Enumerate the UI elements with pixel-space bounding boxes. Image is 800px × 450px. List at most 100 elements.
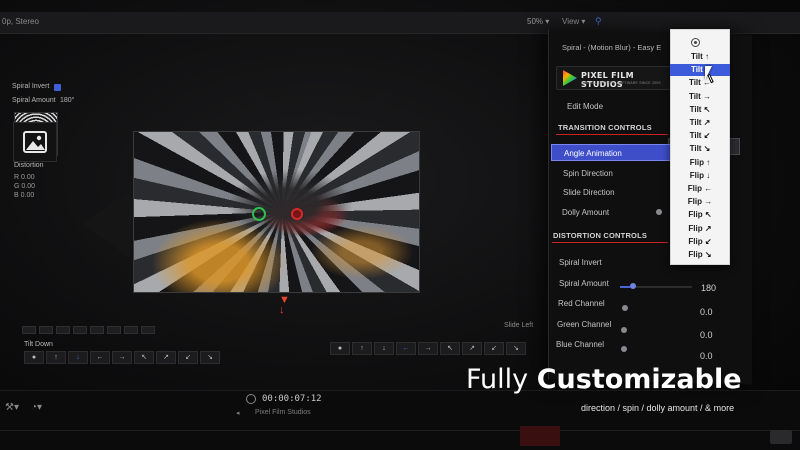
direction-button[interactable]: ↘ xyxy=(200,351,220,364)
blue-channel-slider[interactable] xyxy=(621,346,627,352)
direction-menu-item[interactable]: Tilt ↙ xyxy=(670,130,730,142)
red-channel-value[interactable]: 0.0 xyxy=(700,307,713,317)
preset-chip[interactable] xyxy=(39,326,53,334)
direction-menu-item[interactable]: Flip ↙ xyxy=(670,236,730,248)
direction-menu-item[interactable]: Tilt ← xyxy=(670,77,730,89)
angle-animation-label: Angle Animation xyxy=(564,149,622,158)
direction-button[interactable]: ↙ xyxy=(178,351,198,364)
direction-button[interactable]: ↑ xyxy=(46,351,66,364)
direction-menu-item[interactable]: Flip ↑ xyxy=(670,157,730,169)
preset-chip[interactable] xyxy=(22,326,36,334)
spiral-invert-checkbox[interactable] xyxy=(54,84,61,91)
preset-chip[interactable] xyxy=(73,326,87,334)
direction-button[interactable]: ↗ xyxy=(462,342,482,355)
direction-button[interactable]: → xyxy=(418,342,438,355)
direction-buttons-left: ● ↑ ↓ ← → ↖ ↗ ↙ ↘ xyxy=(24,351,220,365)
direction-button[interactable]: ● xyxy=(330,342,350,355)
transition-controls-heading: TRANSITION CONTROLS xyxy=(558,123,652,132)
red-channel-slider[interactable] xyxy=(622,305,628,311)
timeline-ruler xyxy=(0,430,800,431)
caption-title-bold: Customizable xyxy=(536,364,742,395)
spiral-invert-label: Spiral Invert xyxy=(559,258,602,267)
preset-chip[interactable] xyxy=(90,326,104,334)
center-handle-green[interactable] xyxy=(252,207,266,221)
g-value[interactable]: G 0.00 xyxy=(14,183,35,190)
timeline-project-label: Pixel Film Studios xyxy=(255,409,311,416)
tools-icon[interactable]: ⚒▾ xyxy=(5,402,19,413)
direction-menu-item[interactable]: Flip ↗ xyxy=(670,223,730,235)
speed-icon[interactable]: ◔▾ xyxy=(31,402,42,413)
video-preview[interactable] xyxy=(133,131,420,293)
direction-menu-item[interactable]: Flip ↘ xyxy=(670,249,730,261)
timeline-area xyxy=(0,390,800,450)
caption-title: Fully Customizable xyxy=(466,364,742,395)
direction-button[interactable]: ← xyxy=(396,342,416,355)
direction-button[interactable]: ↙ xyxy=(484,342,504,355)
direction-menu-item[interactable]: Flip → xyxy=(670,196,730,208)
direction-menu-item[interactable]: Tilt ↖ xyxy=(670,104,730,116)
r-value[interactable]: R 0.00 xyxy=(14,174,35,181)
section-divider xyxy=(556,134,668,135)
slide-left-label: Slide Left xyxy=(504,322,534,329)
blue-channel-label: Blue Channel xyxy=(556,340,605,349)
direction-menu-item[interactable]: Flip ↖ xyxy=(670,209,730,221)
clock-icon xyxy=(246,394,256,404)
direction-button[interactable]: ↖ xyxy=(134,351,154,364)
spiral-invert-label: Spiral Invert xyxy=(12,83,50,90)
direction-button[interactable]: ← xyxy=(90,351,110,364)
toggle-icon[interactable]: ⚲ xyxy=(595,16,602,27)
preset-chip[interactable] xyxy=(124,326,138,334)
timecode-display[interactable]: 00:00:07:12 xyxy=(262,394,322,404)
caption-title-light: Fully xyxy=(466,364,537,395)
tilt-down-label: Tilt Down xyxy=(24,341,53,348)
dolly-amount-label: Dolly Amount xyxy=(562,208,610,217)
distortion-controls-heading: DISTORTION CONTROLS xyxy=(553,231,648,240)
direction-button[interactable]: ↓ xyxy=(374,342,394,355)
editor-screen: 0p, Stereo 50% ▾ View ▾ ⚲ Spiral Invert … xyxy=(0,0,800,450)
direction-menu-item[interactable]: Tilt ↗ xyxy=(670,117,730,129)
direction-button[interactable]: ↘ xyxy=(506,342,526,355)
timeline-clip[interactable] xyxy=(520,426,560,446)
view-dropdown[interactable]: View ▾ xyxy=(562,17,585,26)
green-channel-slider[interactable] xyxy=(621,327,627,333)
b-value[interactable]: B 0.00 xyxy=(14,192,34,199)
pixel-film-studios-logo: PIXEL FILM STUDIOS SPECIAL EFFECTS SOFTW… xyxy=(556,66,676,90)
direction-button[interactable]: ● xyxy=(24,351,44,364)
spiral-amount-value[interactable]: 180 xyxy=(701,283,716,293)
dolly-amount-slider[interactable] xyxy=(656,209,662,215)
direction-buttons-right: ● ↑ ↓ ← → ↖ ↗ ↙ ↘ xyxy=(330,342,526,356)
red-channel-label: Red Channel xyxy=(558,299,605,308)
timeline-prev-icon[interactable]: ◂ xyxy=(236,409,240,417)
direction-menu-item[interactable]: Tilt ↑ xyxy=(670,51,730,63)
zoom-dropdown[interactable]: 50% ▾ xyxy=(527,17,549,26)
logo-subtitle: SPECIAL EFFECTS SOFTWARE SINCE 2009 xyxy=(581,81,661,85)
image-well-button[interactable] xyxy=(13,122,57,162)
caption-subtitle: direction / spin / dolly amount / & more xyxy=(581,403,735,413)
image-icon xyxy=(23,131,47,153)
blue-channel-value[interactable]: 0.0 xyxy=(700,351,713,361)
logo-mark-icon xyxy=(563,70,577,86)
anchor-down-icon[interactable]: ▼ ↓ xyxy=(279,295,290,316)
radio-icon[interactable] xyxy=(691,38,700,47)
green-channel-label: Green Channel xyxy=(557,320,612,329)
preset-chip[interactable] xyxy=(56,326,70,334)
direction-button[interactable]: ↖ xyxy=(440,342,460,355)
direction-menu-item[interactable]: Tilt ↘ xyxy=(670,143,730,155)
section-divider xyxy=(552,242,668,243)
edit-mode-label[interactable]: Edit Mode xyxy=(567,102,603,111)
direction-button[interactable]: ↑ xyxy=(352,342,372,355)
spiral-amount-value[interactable]: 180° xyxy=(60,97,74,104)
spiral-amount-knob[interactable] xyxy=(630,283,636,289)
direction-menu-item[interactable]: Tilt → xyxy=(670,91,730,103)
logo-title: PIXEL FILM STUDIOS xyxy=(581,71,634,89)
center-handle-red[interactable] xyxy=(291,208,303,220)
direction-button[interactable]: ↗ xyxy=(156,351,176,364)
preset-chip[interactable] xyxy=(107,326,121,334)
direction-button[interactable]: → xyxy=(112,351,132,364)
direction-menu-item[interactable]: Flip ↓ xyxy=(670,170,730,182)
preset-chip[interactable] xyxy=(141,326,155,334)
direction-menu-item[interactable]: Flip ← xyxy=(670,183,730,195)
direction-menu-item[interactable]: Tilt ↓ xyxy=(670,64,730,77)
direction-button[interactable]: ↓ xyxy=(68,351,88,364)
green-channel-value[interactable]: 0.0 xyxy=(700,330,713,340)
